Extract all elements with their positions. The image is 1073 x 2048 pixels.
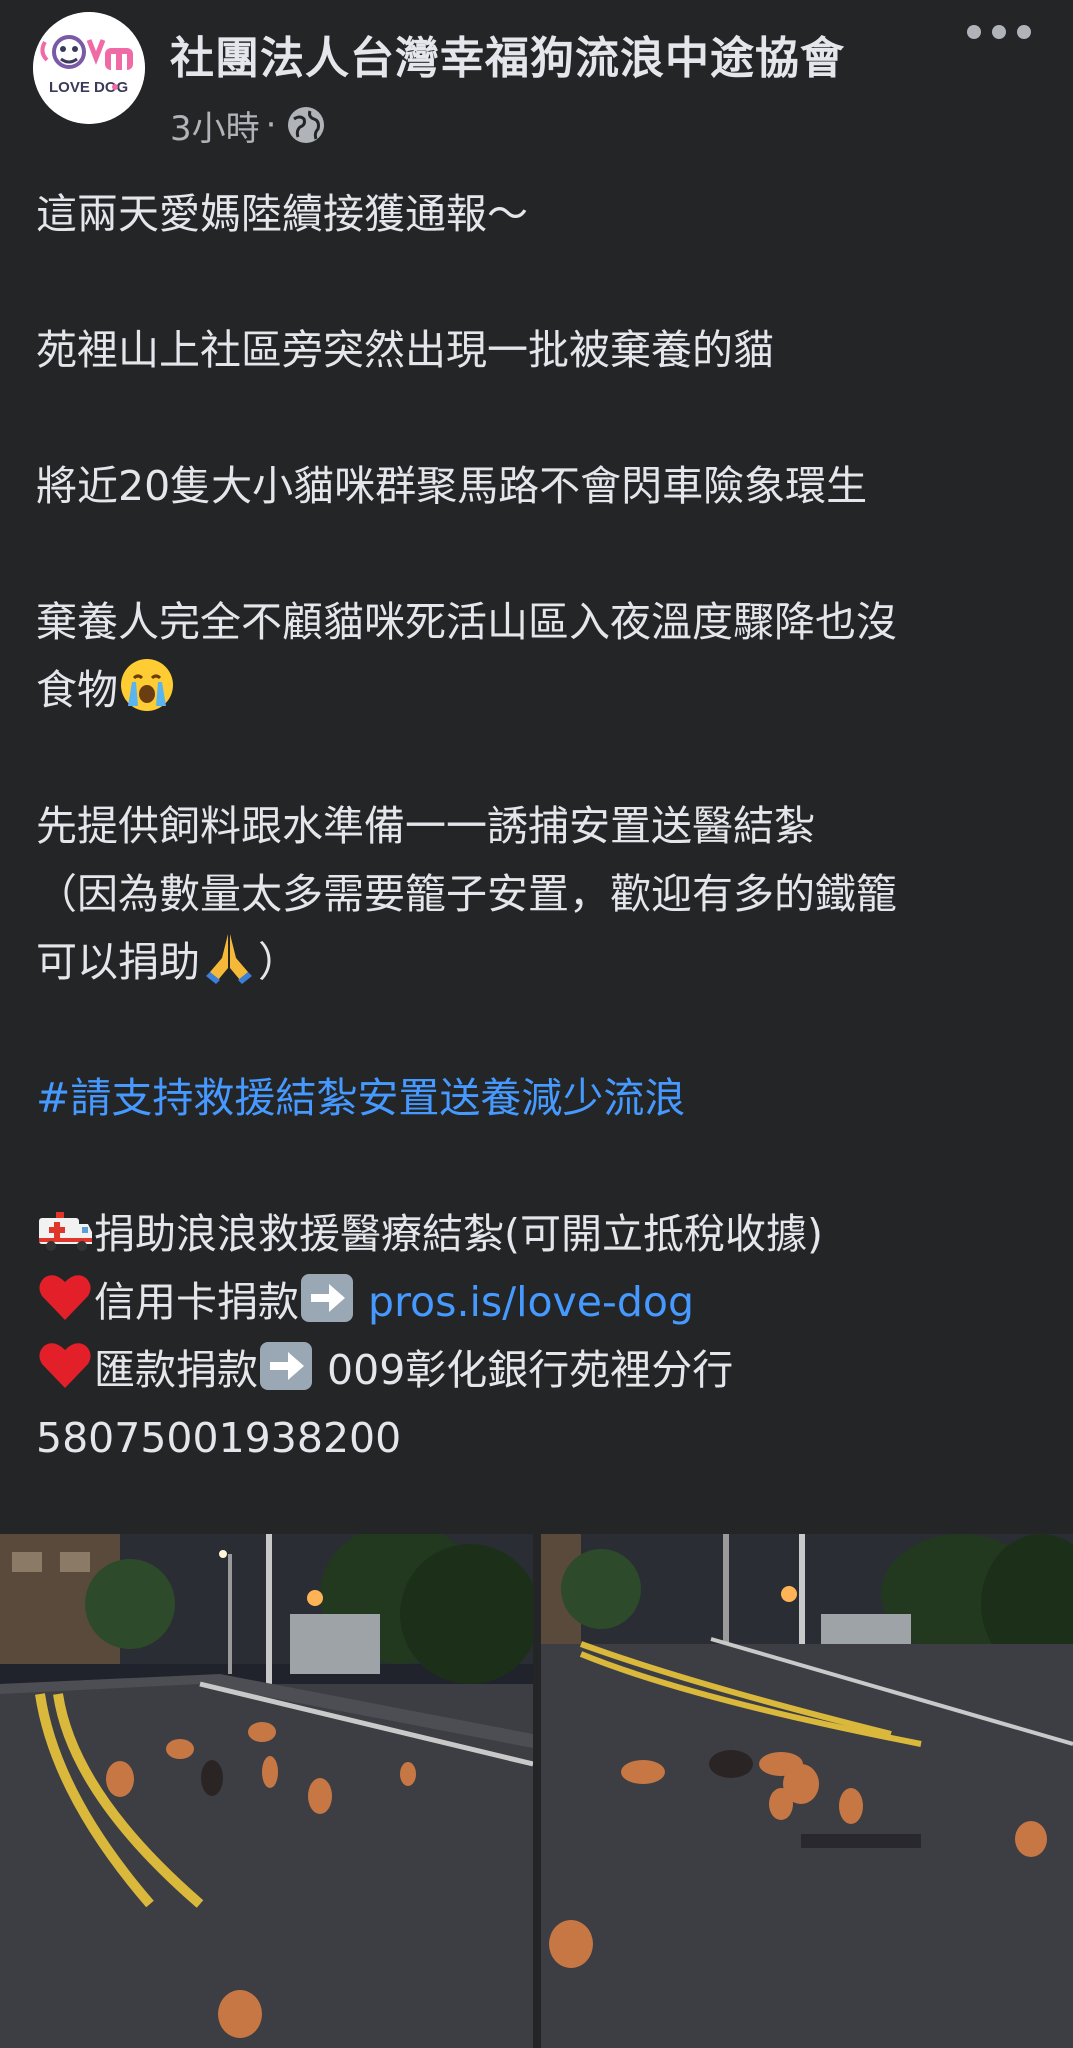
post-line-text: 信用卡捐款 (94, 1278, 299, 1326)
post-line: 食物 (36, 656, 1046, 724)
post-line: （因為數量太多需要籠子安置，歡迎有多的鐵籠 (36, 870, 897, 918)
crying-face-icon (121, 659, 173, 711)
post-header: LOVE DOG 社團法人台灣幸福狗流浪中途協會 3小時 · (0, 0, 1073, 160)
post-line: 這兩天愛媽陸續接獲通報～ (36, 190, 528, 238)
ambulance-icon (39, 1212, 92, 1251)
night-road-cats-photo (540, 1534, 1073, 2048)
post-photo[interactable] (0, 1534, 533, 2048)
post-line: 先提供飼料跟水準備一一誘捕安置送醫結紮 (36, 802, 815, 850)
globe-icon (288, 107, 325, 143)
post-line: 苑裡山上社區旁突然出現一批被棄養的貓 (36, 326, 774, 374)
love-dog-logo: LOVE DOG (33, 12, 145, 124)
post-line-text: 009彰化銀行苑裡分行 (314, 1346, 734, 1394)
right-arrow-icon (260, 1342, 312, 1390)
more-options-icon[interactable] (967, 14, 1031, 50)
red-heart-icon (39, 1343, 91, 1388)
post-line: 捐助浪浪救援醫療結紮(可開立抵稅收據) (36, 1200, 1046, 1268)
post-line-text: 食物 (36, 666, 118, 714)
post-photo[interactable] (540, 1534, 1073, 2048)
donation-link[interactable]: pros.is/love-dog (368, 1278, 694, 1326)
night-road-cats-photo (0, 1534, 533, 2048)
post-line-text: 捐助浪浪救援醫療結紮(可開立抵稅收據) (94, 1210, 823, 1258)
post-line-text: 可以捐助 (36, 938, 200, 986)
post-meta: 3小時 · (170, 100, 328, 150)
red-heart-icon (39, 1275, 91, 1320)
meta-separator: · (265, 105, 277, 145)
post-line: 棄養人完全不顧貓咪死活山區入夜溫度驟降也沒 (36, 598, 897, 646)
right-arrow-icon (301, 1274, 353, 1322)
post-line: 將近20隻大小貓咪群聚馬路不會閃車險象環生 (36, 462, 868, 510)
post-line: 可以捐助 ） (36, 928, 1046, 996)
account-number: 58075001938200 (36, 1414, 402, 1462)
post-line-text: 匯款捐款 (94, 1346, 258, 1394)
post-body: 這兩天愛媽陸續接獲通報～ 苑裡山上社區旁突然出現一批被棄養的貓 將近20隻大小貓… (36, 180, 1046, 1472)
post-timestamp[interactable]: 3小時 (170, 101, 260, 150)
post-line: 信用卡捐款 pros.is/love-dog (36, 1268, 1046, 1336)
hashtag-link[interactable]: #請支持救援結紮安置送養減少流浪 (36, 1074, 685, 1122)
post-line: #請支持救援結紮安置送養減少流浪 (36, 1064, 1046, 1132)
page-avatar[interactable]: LOVE DOG (33, 12, 145, 124)
post-line-text: ） (258, 938, 299, 986)
page-name[interactable]: 社團法人台灣幸福狗流浪中途協會 (170, 22, 845, 86)
photo-grid (0, 1534, 1073, 2048)
folded-hands-icon (206, 934, 252, 984)
post-line: 匯款捐款 009彰化銀行苑裡分行 (36, 1336, 1046, 1404)
